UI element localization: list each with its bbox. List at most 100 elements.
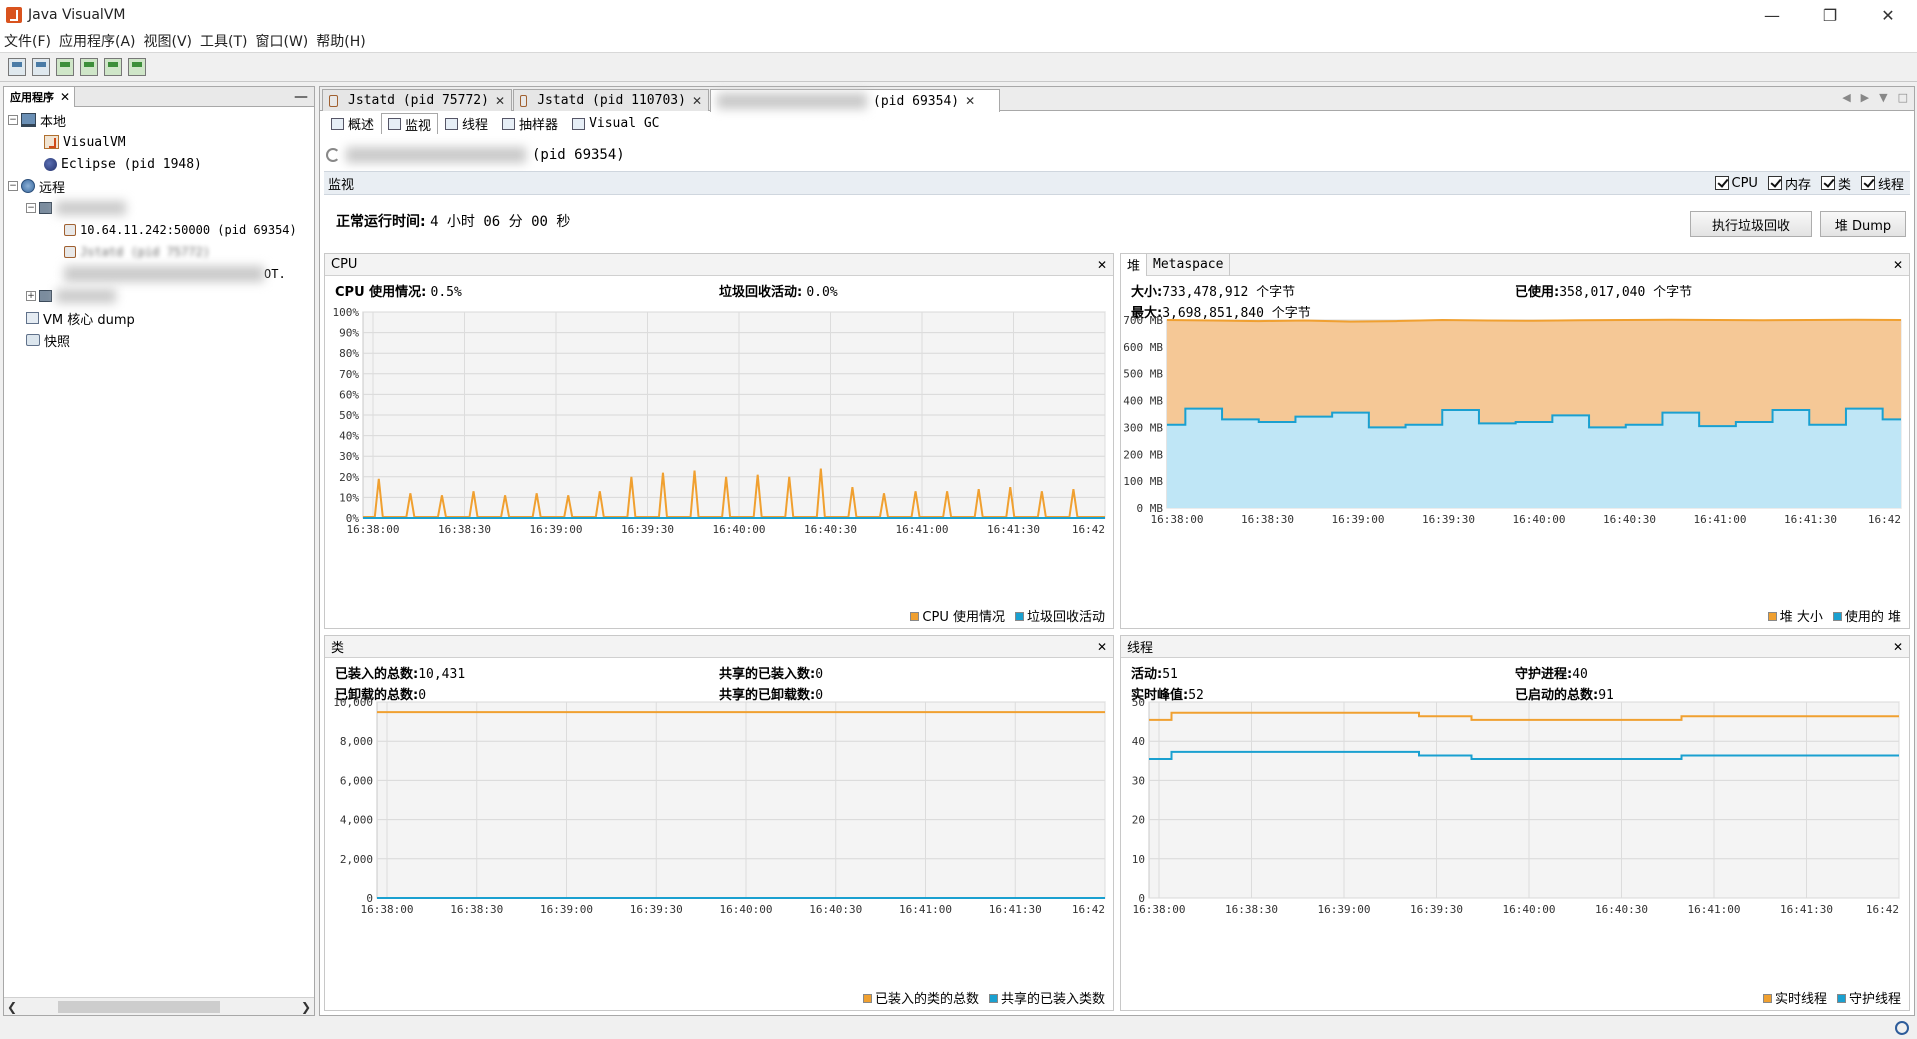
redacted-app-name <box>717 93 867 109</box>
tree-node-remote-app[interactable]: 10.64.11.242:50000 (pid 69354) <box>4 219 314 241</box>
close-panel-icon[interactable]: ✕ <box>1893 640 1903 654</box>
save-icon[interactable] <box>32 58 50 76</box>
tree-node-eclipse[interactable]: Eclipse (pid 1948) <box>4 153 314 175</box>
x-tick-label: 16:39:30 <box>621 523 674 536</box>
tab-prev-icon[interactable]: ◀ <box>1842 91 1850 104</box>
tab-heap[interactable]: 堆 <box>1121 253 1148 276</box>
minimize-panel-icon[interactable]: — <box>294 89 308 105</box>
x-tick-label: 16:40:00 <box>1503 903 1556 916</box>
tab-visual-gc[interactable]: Visual GC <box>565 113 666 134</box>
menu-file[interactable]: 文件(F) <box>0 31 55 51</box>
heap-used-value: 358,017,040 个字节 <box>1559 285 1693 300</box>
overview-icon <box>331 117 344 130</box>
tree-node-core-dump[interactable]: VM 核心 dump <box>4 307 314 329</box>
tree-node-local[interactable]: − 本地 <box>4 109 314 131</box>
tab-overview[interactable]: 概述 <box>324 113 381 134</box>
scroll-right-icon[interactable]: ❯ <box>298 1000 314 1014</box>
menu-applications[interactable]: 应用程序(A) <box>55 31 140 51</box>
collapse-icon[interactable]: − <box>8 181 18 191</box>
x-tick-label: 16:39:30 <box>630 903 683 916</box>
tree-node-remote[interactable]: − 远程 <box>4 175 314 197</box>
close-tab-icon[interactable]: ✕ <box>965 94 975 108</box>
checkbox-label: 类 <box>1837 177 1851 193</box>
heap-chart: 0 MB100 MB200 MB300 MB400 MB500 MB600 MB… <box>1123 314 1902 526</box>
x-tick-label: 16:42 <box>1866 903 1899 916</box>
plot-area <box>1148 701 1900 899</box>
maximize-button[interactable]: ❐ <box>1801 0 1859 30</box>
gc-indicator-icon[interactable] <box>1895 1021 1909 1035</box>
x-tick-label: 16:38:00 <box>347 523 400 536</box>
horizontal-scrollbar[interactable]: ❮ ❯ <box>4 997 314 1015</box>
maximize-window-icon[interactable]: □ <box>1898 91 1908 104</box>
panel-title: 线程 <box>1127 641 1154 656</box>
tree-node-snapshots[interactable]: 快照 <box>4 329 314 351</box>
add-snapshot-icon[interactable] <box>128 58 146 76</box>
tab-pid-69354[interactable]: (pid 69354) ✕ <box>710 89 1000 112</box>
x-tick-label: 16:40:30 <box>1603 513 1656 526</box>
y-tick-label: 80% <box>339 347 359 360</box>
x-tick-label: 16:38:00 <box>361 903 414 916</box>
classes-legend: 已装入的类的总数 共享的已装入类数 <box>862 988 1105 1007</box>
minimize-button[interactable]: — <box>1743 0 1801 30</box>
close-panel-icon[interactable]: ✕ <box>1097 258 1107 272</box>
tree-node-visualvm[interactable]: VisualVM <box>4 131 314 153</box>
tree-label: Jstatd (pid 75772) <box>80 245 211 259</box>
add-jmx-connection-icon[interactable] <box>56 58 74 76</box>
checkbox-checked-icon[interactable] <box>1714 176 1729 190</box>
uptime-value: 4 小时 06 分 00 秒 <box>430 214 571 230</box>
add-remote-host-icon[interactable] <box>80 58 98 76</box>
menu-help[interactable]: 帮助(H) <box>312 31 369 51</box>
window-title: Java VisualVM <box>28 7 126 23</box>
legend-label: 共享的已装入类数 <box>1000 992 1105 1007</box>
legend-item: CPU 使用情况 <box>910 606 1005 625</box>
threads-icon <box>445 117 459 130</box>
tab-metaspace[interactable]: Metaspace <box>1147 253 1231 276</box>
tree-label: 本地 <box>40 114 67 130</box>
close-panel-icon[interactable]: ✕ <box>1893 258 1903 272</box>
tree-node-remote-host[interactable]: − <box>4 197 314 219</box>
x-tick-label: 16:39:00 <box>1318 903 1371 916</box>
tab-label: Visual GC <box>589 116 660 131</box>
close-button[interactable]: ✕ <box>1859 0 1917 30</box>
tree-node-redacted[interactable]: OT. <box>4 263 314 285</box>
menu-window[interactable]: 窗口(W) <box>252 31 313 51</box>
classes-checkbox[interactable]: 类 <box>1820 174 1851 193</box>
close-panel-icon[interactable]: ✕ <box>1097 640 1107 654</box>
x-tick-label: 16:38:00 <box>1133 903 1186 916</box>
close-tab-icon[interactable]: ✕ <box>692 94 702 108</box>
load-snapshot-icon[interactable] <box>8 58 26 76</box>
scrollbar-thumb[interactable] <box>58 1001 220 1013</box>
expand-icon[interactable]: + <box>26 291 36 301</box>
tree-node-jstatd[interactable]: Jstatd (pid 75772) <box>4 241 314 263</box>
close-tab-icon[interactable]: ✕ <box>495 94 505 108</box>
collapse-icon[interactable]: − <box>26 203 36 213</box>
tab-jstatd-75772[interactable]: Jstatd (pid 75772) ✕ <box>322 89 512 111</box>
close-icon[interactable]: ✕ <box>60 90 70 104</box>
memory-checkbox[interactable]: 内存 <box>1767 174 1811 193</box>
tab-monitor[interactable]: 监视 <box>381 113 439 134</box>
tree-node-remote-host-2[interactable]: + <box>4 285 314 307</box>
add-core-dump-icon[interactable] <box>104 58 122 76</box>
menu-view[interactable]: 视图(V) <box>140 31 197 51</box>
collapse-icon[interactable]: − <box>8 115 18 125</box>
tab-threads[interactable]: 线程 <box>438 113 495 134</box>
threads-checkbox[interactable]: 线程 <box>1860 174 1904 193</box>
heap-dump-button[interactable]: 堆 Dump <box>1820 211 1906 237</box>
menu-tools[interactable]: 工具(T) <box>196 31 251 51</box>
checkbox-label: 内存 <box>1784 177 1811 193</box>
tab-sampler[interactable]: 抽样器 <box>495 113 565 134</box>
scroll-left-icon[interactable]: ❮ <box>4 1000 20 1014</box>
tab-next-icon[interactable]: ▶ <box>1861 91 1869 104</box>
checkbox-checked-icon[interactable] <box>1820 176 1835 190</box>
checkbox-checked-icon[interactable] <box>1860 176 1875 190</box>
checkbox-checked-icon[interactable] <box>1767 176 1782 190</box>
monitor-label: 监视 <box>328 177 355 193</box>
tab-jstatd-110703[interactable]: Jstatd (pid 110703) ✕ <box>513 89 709 111</box>
perform-gc-button[interactable]: 执行垃圾回收 <box>1690 211 1812 237</box>
applications-tab[interactable]: 应用程序 ✕ <box>4 86 76 107</box>
tab-list-icon[interactable]: ▼ <box>1879 91 1887 104</box>
y-tick-label: 400 MB <box>1123 395 1163 408</box>
cpu-checkbox[interactable]: CPU <box>1714 174 1758 193</box>
globe-icon <box>21 179 35 193</box>
tab-label: 抽样器 <box>519 118 559 133</box>
